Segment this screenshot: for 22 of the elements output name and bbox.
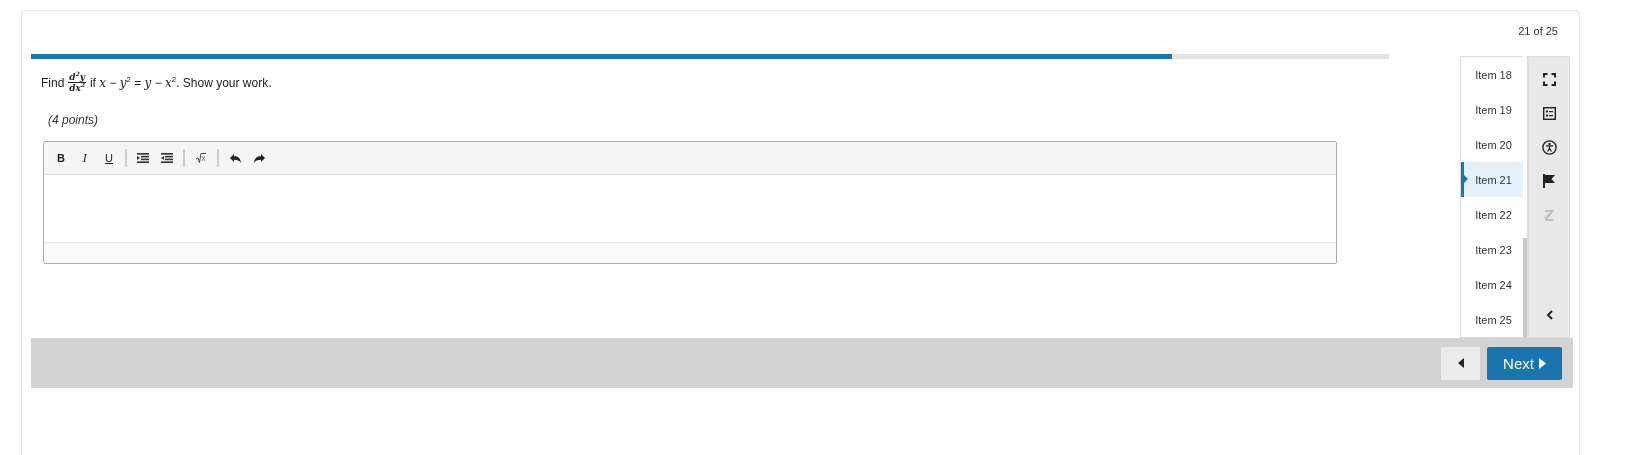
left-triangle-icon xyxy=(1457,358,1464,368)
answer-editor[interactable]: B I U xyxy=(43,141,1337,264)
bold-button[interactable]: B xyxy=(50,147,72,169)
redo-icon xyxy=(253,153,265,163)
right-triangle-icon xyxy=(1538,357,1546,369)
question-text: Find d$^{2}$y dx$^{2}$ if x − y$^{2}$ = y − x$^{2}$. Show your work. xyxy=(41,72,273,93)
flag-icon xyxy=(1542,174,1556,188)
previous-button[interactable] xyxy=(1441,346,1480,380)
chevron-left-icon xyxy=(1545,310,1553,320)
square-root-icon xyxy=(196,153,206,163)
fullscreen-icon xyxy=(1542,72,1556,86)
undo-icon xyxy=(229,153,241,163)
points-label: (4 points) xyxy=(48,113,100,127)
accessibility-icon xyxy=(1541,139,1557,155)
list-icon xyxy=(1542,106,1556,120)
item-link[interactable]: Item 21 xyxy=(1461,162,1523,197)
indent-icon xyxy=(161,153,173,163)
underline-button[interactable]: U xyxy=(98,147,120,169)
italic-button[interactable]: I xyxy=(74,147,96,169)
question-counter: 21 of 25 xyxy=(1518,25,1558,37)
next-button[interactable]: Next xyxy=(1487,346,1562,380)
outdent-icon xyxy=(137,153,149,163)
